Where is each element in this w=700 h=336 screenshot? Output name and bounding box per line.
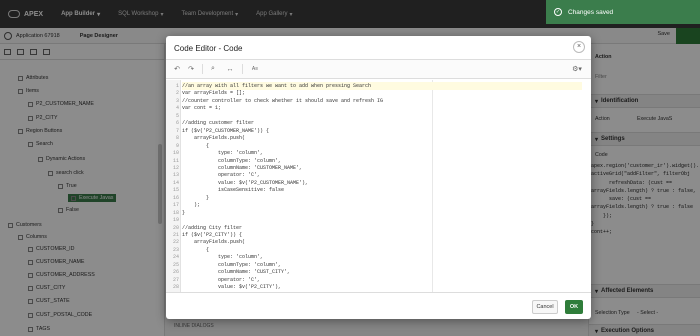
redo-icon[interactable]: ↷ bbox=[186, 63, 196, 75]
code-editor[interactable]: 1//an array with all filters we want to … bbox=[166, 80, 591, 292]
line-number: 28 bbox=[172, 284, 179, 291]
toolbar-divider bbox=[242, 64, 243, 74]
dialog-footer: Cancel OK bbox=[166, 292, 591, 319]
autocomplete-icon[interactable]: A≡ bbox=[248, 63, 262, 75]
code-line: value: $v('P2_CITY'), bbox=[182, 284, 282, 291]
code-line: } bbox=[182, 209, 186, 216]
gear-icon[interactable]: ⚙▾ bbox=[570, 63, 584, 75]
ok-button[interactable]: OK bbox=[565, 300, 583, 314]
editor-toolbar: ↶ ↷ ⌕ ↔ A≡ ⚙▾ bbox=[166, 60, 591, 79]
code-editor-dialog: Code Editor - Code × ↶ ↷ ⌕ ↔ A≡ ⚙▾ 1//an… bbox=[166, 36, 591, 319]
check-icon: ✓ bbox=[554, 8, 562, 16]
undo-icon[interactable]: ↶ bbox=[172, 63, 182, 75]
dialog-title: Code Editor - Code bbox=[174, 44, 243, 53]
close-icon[interactable]: × bbox=[573, 41, 585, 53]
code-line: var cont = 1; bbox=[182, 105, 222, 112]
expand-icon[interactable]: ↔ bbox=[224, 63, 236, 75]
toolbar-divider bbox=[202, 64, 203, 74]
changes-saved-toast: ✓ Changes saved bbox=[546, 0, 700, 24]
toast-label: Changes saved bbox=[568, 8, 614, 16]
search-icon[interactable]: ⌕ bbox=[208, 63, 218, 75]
cancel-button[interactable]: Cancel bbox=[532, 300, 558, 314]
